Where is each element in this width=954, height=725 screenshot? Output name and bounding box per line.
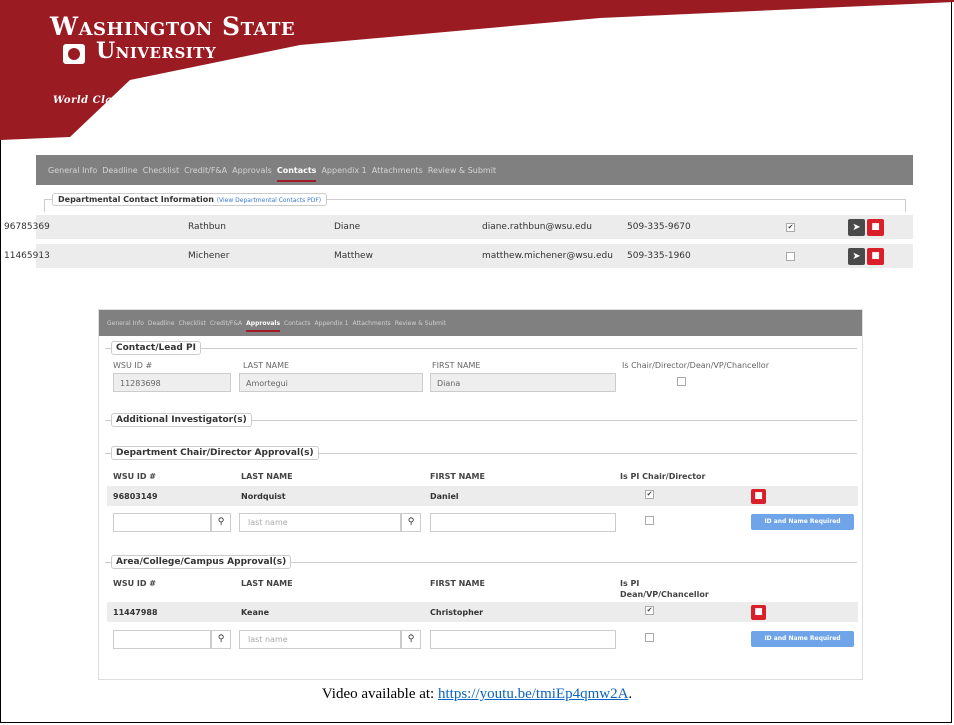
area-approver-last: Keane [241, 608, 270, 617]
contact-id: 11465913 [4, 251, 50, 261]
dept-approver-first: Daniel [430, 492, 459, 501]
label-first-name: FIRST NAME [432, 361, 481, 370]
wsu-seal-icon [63, 44, 85, 64]
dept-new-id-input[interactable] [113, 513, 211, 532]
tab-review-submit[interactable]: Review & Submit [395, 320, 446, 327]
send-icon[interactable]: ➤ [848, 248, 865, 265]
tab-contacts[interactable]: Contacts [276, 166, 316, 182]
contacts-title-text: Departmental Contact Information [58, 195, 214, 204]
lead-pi-id-field: 11283698 [113, 373, 231, 392]
trash-icon[interactable]: ■ [751, 489, 766, 504]
dept-new-last-input[interactable]: last name [239, 513, 401, 532]
caption-suffix: . [628, 686, 633, 702]
lead-pi-divider [105, 348, 857, 349]
tab-approvals[interactable]: Approvals [246, 320, 280, 332]
tab-contacts[interactable]: Contacts [284, 320, 310, 327]
approvals-screenshot: General Info Deadline Checklist Credit/F… [98, 309, 863, 680]
contact-phone: 509-335-1960 [627, 251, 691, 261]
contact-row: 96785369 Rathbun Diane diane.rathbun@wsu… [4, 215, 913, 239]
dept-header-last: LAST NAME [241, 472, 293, 481]
area-new-last-input[interactable]: last name [239, 630, 401, 649]
area-id-name-required-button[interactable]: ID and Name Required [751, 631, 854, 647]
dept-new-checkbox[interactable] [645, 516, 654, 525]
contact-email: diane.rathbun@wsu.edu [482, 222, 592, 232]
video-link[interactable]: https://youtu.be/tmiEp4qmw2A [438, 686, 628, 702]
label-wsu-id: WSU ID # [113, 361, 153, 370]
contact-id: 96785369 [4, 222, 50, 232]
lead-pi-last-field: Amortegui [239, 373, 423, 392]
area-approval-legend: Area/College/Campus Approval(s) [111, 555, 292, 569]
additional-investigators-legend: Additional Investigator(s) [111, 413, 252, 427]
nav-bar-contacts: General Info Deadline Checklist Credit/F… [36, 155, 913, 185]
video-caption: Video available at: https://youtu.be/tmi… [0, 686, 954, 703]
nav-bar-approvals: General Info Deadline Checklist Credit/F… [99, 310, 862, 336]
tab-approvals[interactable]: Approvals [232, 166, 272, 175]
send-icon[interactable]: ➤ [848, 219, 865, 236]
contact-checkbox[interactable] [786, 252, 795, 261]
dept-approver-last: Nordquist [241, 492, 286, 501]
area-new-first-input[interactable] [430, 630, 616, 649]
contact-last-name: Rathbun [188, 222, 226, 232]
area-header-first: FIRST NAME [430, 579, 485, 588]
area-approver-first: Christopher [430, 608, 484, 617]
contact-checkbox[interactable]: ✔ [786, 223, 795, 232]
dept-new-first-input[interactable] [430, 513, 616, 532]
logo-washington-state: Washington State [50, 12, 296, 41]
tab-attachments[interactable]: Attachments [353, 320, 391, 327]
search-icon[interactable]: ⚲ [211, 513, 231, 532]
tab-checklist[interactable]: Checklist [143, 166, 179, 175]
area-header-last: LAST NAME [241, 579, 293, 588]
dept-header-flag: Is PI Chair/Director [620, 472, 706, 481]
search-icon[interactable]: ⚲ [211, 630, 231, 649]
tab-review-submit[interactable]: Review & Submit [428, 166, 496, 175]
tab-general-info[interactable]: General Info [107, 320, 144, 327]
lead-pi-legend: Contact/Lead PI [111, 341, 201, 355]
tab-credit-fa[interactable]: Credit/F&A [184, 166, 227, 175]
contact-first-name: Diane [334, 222, 361, 232]
dept-id-name-required-button[interactable]: ID and Name Required [751, 514, 854, 530]
tab-appendix-1[interactable]: Appendix 1 [321, 166, 366, 175]
dept-approver-checkbox[interactable]: ✔ [645, 490, 654, 499]
dept-header-id: WSU ID # [113, 472, 156, 481]
dept-approver-row [107, 486, 858, 506]
tab-attachments[interactable]: Attachments [372, 166, 423, 175]
lead-pi-chair-checkbox[interactable] [677, 377, 686, 386]
contact-row: 11465913 Michener Matthew matthew.michen… [4, 244, 913, 268]
logo-tagline: World Class. Face to Face. [53, 95, 212, 106]
contacts-section-title: Departmental Contact Information (View D… [52, 193, 328, 206]
tab-deadline[interactable]: Deadline [148, 320, 175, 327]
tab-general-info[interactable]: General Info [48, 166, 97, 175]
dept-header-first: FIRST NAME [430, 472, 485, 481]
contact-email: matthew.michener@wsu.edu [482, 251, 613, 261]
area-header-id: WSU ID # [113, 579, 156, 588]
tab-deadline[interactable]: Deadline [102, 166, 138, 175]
contact-last-name: Michener [188, 251, 230, 261]
area-header-flag-line2: Dean/VP/Chancellor [620, 590, 709, 599]
caption-prefix: Video available at: [321, 686, 438, 702]
trash-icon[interactable]: ■ [867, 248, 884, 265]
label-last-name: LAST NAME [243, 361, 290, 370]
area-header-flag-line1: Is PI [620, 579, 640, 588]
lead-pi-first-field: Diana [430, 373, 616, 392]
tab-appendix-1[interactable]: Appendix 1 [315, 320, 349, 327]
trash-icon[interactable]: ■ [867, 219, 884, 236]
tab-checklist[interactable]: Checklist [179, 320, 206, 327]
tab-credit-fa[interactable]: Credit/F&A [210, 320, 242, 327]
logo-university: University [96, 38, 217, 64]
contacts-screenshot: General Info Deadline Checklist Credit/F… [4, 155, 913, 275]
label-is-chair: Is Chair/Director/Dean/VP/Chancellor [622, 361, 769, 370]
area-approver-id: 11447988 [113, 608, 158, 617]
trash-icon[interactable]: ■ [751, 605, 766, 620]
area-approver-checkbox[interactable]: ✔ [645, 606, 654, 615]
search-icon[interactable]: ⚲ [401, 513, 421, 532]
dept-approver-id: 96803149 [113, 492, 158, 501]
contact-first-name: Matthew [334, 251, 373, 261]
dept-approval-legend: Department Chair/Director Approval(s) [111, 446, 319, 460]
search-icon[interactable]: ⚲ [401, 630, 421, 649]
area-new-id-input[interactable] [113, 630, 211, 649]
view-contacts-pdf-link[interactable]: (View Departmental Contacts PDF) [217, 197, 321, 204]
area-new-checkbox[interactable] [645, 633, 654, 642]
contact-phone: 509-335-9670 [627, 222, 691, 232]
